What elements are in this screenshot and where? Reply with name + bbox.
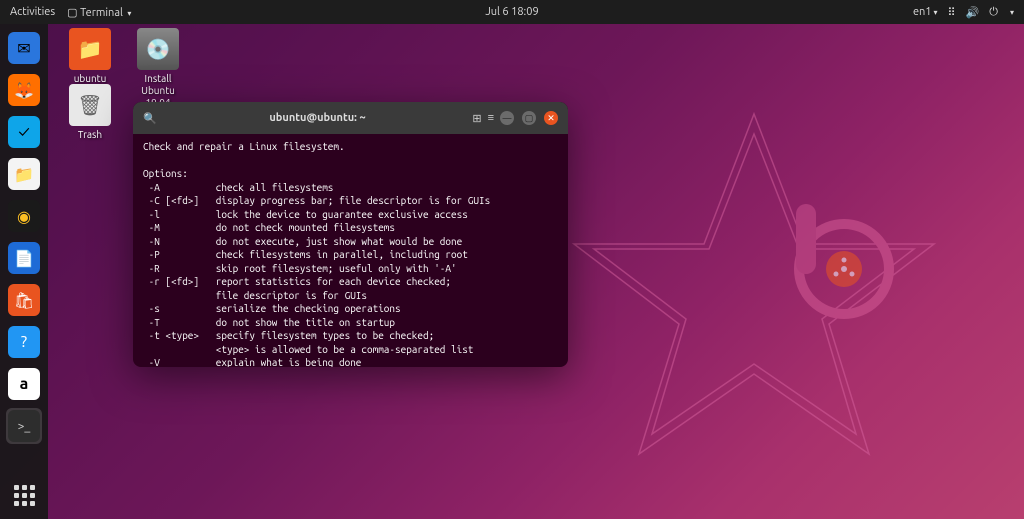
search-icon[interactable]: 🔍 <box>143 112 157 125</box>
new-tab-icon[interactable]: ⊞ <box>472 112 481 125</box>
app-menu[interactable]: ▢ Terminal ▾ <box>67 6 131 19</box>
terminal-output: Check and repair a Linux filesystem. Opt… <box>143 141 490 367</box>
trash-icon: 🗑 <box>69 84 111 126</box>
desktop-icon-ubuntu[interactable]: 📁 ubuntu <box>60 28 120 85</box>
folder-icon: 📁 <box>69 28 111 70</box>
network-icon[interactable]: ⠿ <box>948 6 956 19</box>
dock-libreoffice[interactable]: 📄 <box>6 240 42 276</box>
activities-button[interactable]: Activities <box>10 6 55 18</box>
chevron-down-icon: ▾ <box>127 9 131 18</box>
dock-amazon[interactable]: a <box>6 366 42 402</box>
input-source[interactable]: en1▾ <box>913 6 938 18</box>
dock-firefox[interactable]: 🦊 <box>6 72 42 108</box>
top-bar: Activities ▢ Terminal ▾ Jul 6 18:09 en1▾… <box>0 0 1024 24</box>
minimize-button[interactable]: — <box>500 111 514 125</box>
desktop-icon-trash[interactable]: 🗑 Trash <box>60 84 120 141</box>
terminal-title: ubuntu@ubuntu: ~ <box>163 112 473 124</box>
desktop-icon-install-ubuntu[interactable]: 💿 Install Ubuntu 19.04 <box>128 28 188 109</box>
wallpaper-graphic <box>544 84 964 504</box>
hamburger-icon[interactable]: ≡ <box>488 112 494 124</box>
dock-files[interactable]: 📁 <box>6 156 42 192</box>
desktop[interactable]: 📁 ubuntu 💿 Install Ubuntu 19.04 🗑 Trash … <box>48 24 1024 519</box>
close-button[interactable]: ✕ <box>544 111 558 125</box>
dock-thunderbird[interactable]: ✉ <box>6 30 42 66</box>
terminal-body[interactable]: Check and repair a Linux filesystem. Opt… <box>133 134 568 367</box>
volume-icon[interactable]: 🔊 <box>966 6 980 19</box>
show-applications-button[interactable] <box>6 477 42 513</box>
terminal-window[interactable]: 🔍 ubuntu@ubuntu: ~ ⊞ ≡ — ▢ ✕ Check and r… <box>133 102 568 367</box>
terminal-icon: ▢ <box>67 7 77 19</box>
terminal-titlebar[interactable]: 🔍 ubuntu@ubuntu: ~ ⊞ ≡ — ▢ ✕ <box>133 102 568 134</box>
dock: ✉ 🦊 ✓ 📁 ◉ 📄 🛍 ? a >_ <box>0 24 48 519</box>
chevron-down-icon: ▾ <box>1010 8 1014 17</box>
dock-rhythmbox[interactable]: ◉ <box>6 198 42 234</box>
dock-software[interactable]: 🛍 <box>6 282 42 318</box>
disk-icon: 💿 <box>137 28 179 70</box>
dock-todo[interactable]: ✓ <box>6 114 42 150</box>
clock[interactable]: Jul 6 18:09 <box>485 6 538 18</box>
power-icon[interactable]: ⏻ <box>989 6 998 19</box>
dock-help[interactable]: ? <box>6 324 42 360</box>
dock-terminal[interactable]: >_ <box>6 408 42 444</box>
maximize-button[interactable]: ▢ <box>522 111 536 125</box>
